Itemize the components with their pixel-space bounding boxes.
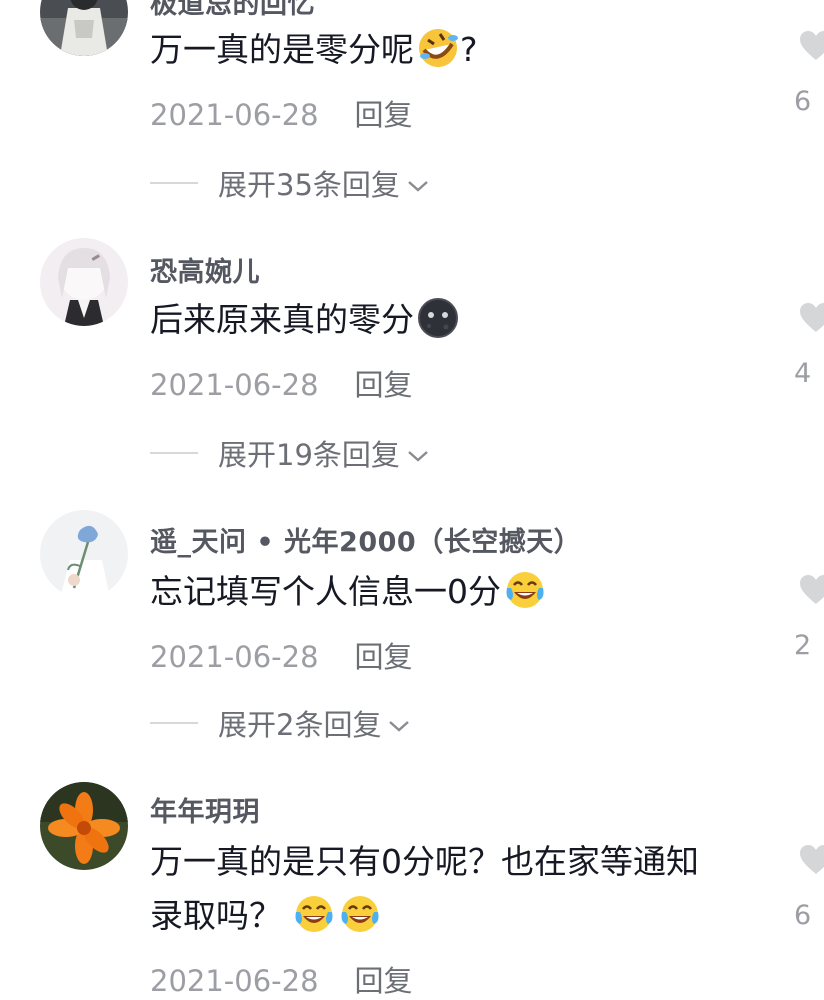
heart-icon[interactable] bbox=[798, 574, 824, 606]
comment-date: 2021-06-28 bbox=[150, 964, 319, 998]
heart-icon[interactable] bbox=[798, 30, 824, 62]
reply-button[interactable]: 回复 bbox=[355, 368, 413, 402]
avatar[interactable] bbox=[40, 782, 128, 870]
avatar[interactable] bbox=[40, 0, 128, 56]
comment-username[interactable]: 年年玥玥 bbox=[150, 790, 260, 829]
comment-meta: 2021-06-28 回复 bbox=[150, 958, 413, 1000]
rofl-emoji-icon bbox=[416, 26, 460, 70]
comment-text: 忘记填写个人信息一0分 bbox=[150, 564, 547, 620]
comment-text: 万一真的是零分呢 ? bbox=[150, 22, 478, 78]
divider-line bbox=[150, 722, 198, 724]
like-area[interactable]: 2 bbox=[794, 574, 824, 661]
comment-username[interactable]: 恐高婉儿 bbox=[150, 250, 260, 289]
comment-username[interactable]: 极道忌的回忆 bbox=[150, 0, 315, 21]
heart-icon[interactable] bbox=[798, 844, 824, 876]
crying-laughing-emoji-icon bbox=[292, 892, 336, 936]
like-count: 2 bbox=[794, 630, 812, 661]
comment-text-body: 忘记填写个人信息一0分 bbox=[150, 572, 501, 611]
expand-replies-label: 展开19条回复 bbox=[218, 438, 400, 472]
comment-text: 后来原来真的零分 bbox=[150, 292, 460, 348]
expand-replies-button[interactable]: 展开2条回复 bbox=[150, 702, 411, 744]
comment-text-body: 后来原来真的零分 bbox=[150, 300, 414, 339]
comment-text-body: 万一真的是零分呢 bbox=[150, 30, 414, 69]
like-area[interactable]: 6 bbox=[794, 30, 824, 117]
comment-text-line-2: 录取吗？ bbox=[150, 888, 382, 944]
comment-meta: 2021-06-28 回复 bbox=[150, 634, 413, 676]
divider-line bbox=[150, 452, 198, 454]
reply-button[interactable]: 回复 bbox=[355, 640, 413, 674]
crying-laughing-emoji-icon bbox=[338, 892, 382, 936]
divider-line bbox=[150, 182, 198, 184]
comment-meta: 2021-06-28 回复 bbox=[150, 362, 413, 404]
expand-replies-button[interactable]: 展开35条回复 bbox=[150, 162, 430, 204]
comment-meta: 2021-06-28 回复 bbox=[150, 92, 413, 134]
comment-text-line-1: 万一真的是只有0分呢？也在家等通知 bbox=[150, 842, 699, 881]
comment-date: 2021-06-28 bbox=[150, 640, 319, 674]
avatar[interactable] bbox=[40, 238, 128, 326]
like-count: 6 bbox=[794, 86, 812, 117]
crying-laughing-emoji-icon bbox=[503, 568, 547, 612]
comment-text-suffix: ? bbox=[460, 30, 478, 69]
black-moon-face-emoji-icon bbox=[416, 296, 460, 340]
heart-icon[interactable] bbox=[798, 302, 824, 334]
chevron-down-icon bbox=[387, 706, 411, 740]
like-count: 6 bbox=[794, 900, 812, 931]
chevron-down-icon bbox=[406, 166, 430, 200]
chevron-down-icon bbox=[406, 436, 430, 470]
reply-button[interactable]: 回复 bbox=[355, 98, 413, 132]
expand-replies-label: 展开35条回复 bbox=[218, 168, 400, 202]
like-area[interactable]: 4 bbox=[794, 302, 824, 389]
expand-replies-button[interactable]: 展开19条回复 bbox=[150, 432, 430, 474]
like-area[interactable]: 6 bbox=[794, 844, 824, 931]
reply-button[interactable]: 回复 bbox=[355, 964, 413, 998]
comment-date: 2021-06-28 bbox=[150, 98, 319, 132]
comment-username[interactable]: 遥_天问 • 光年2000（长空撼天） bbox=[150, 520, 581, 559]
comment-date: 2021-06-28 bbox=[150, 368, 319, 402]
avatar[interactable] bbox=[40, 510, 128, 598]
expand-replies-label: 展开2条回复 bbox=[218, 708, 382, 742]
like-count: 4 bbox=[794, 358, 812, 389]
comment-text-body: 录取吗？ bbox=[150, 896, 282, 935]
